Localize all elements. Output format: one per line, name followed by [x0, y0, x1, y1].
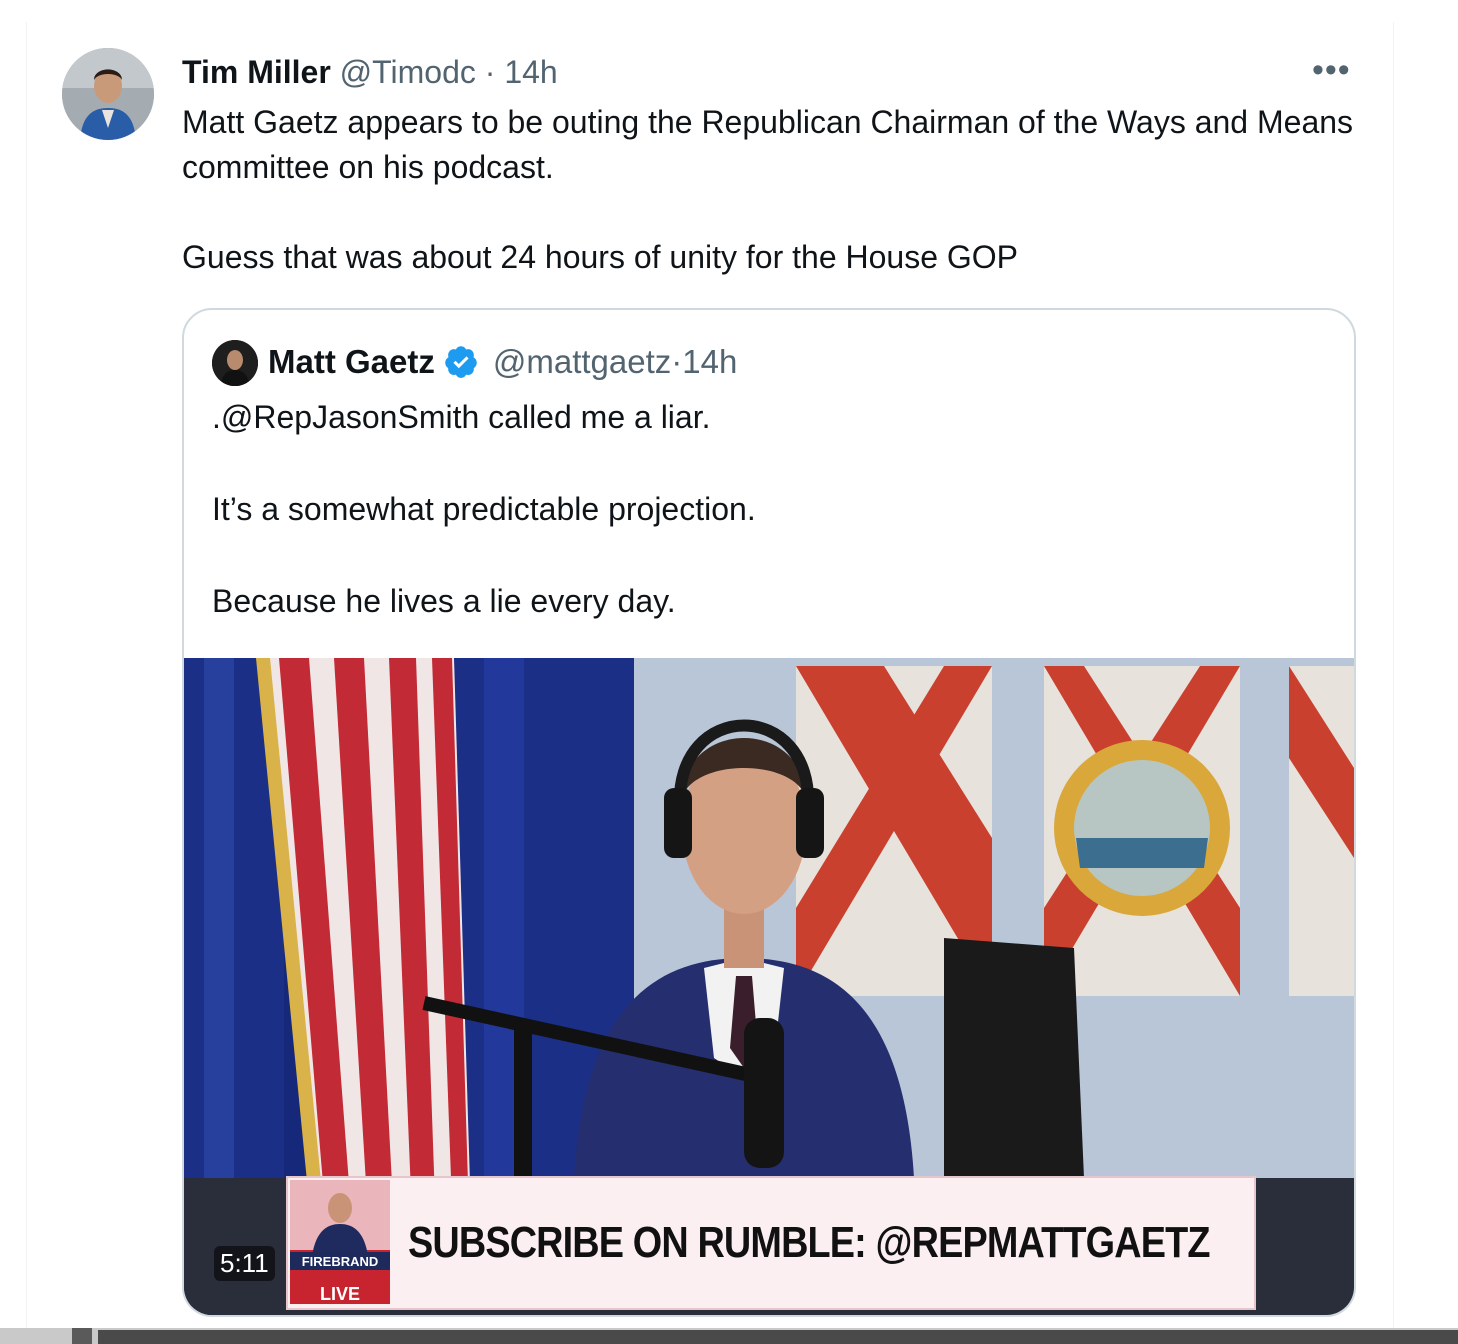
tweet-timestamp[interactable]: 14h — [504, 54, 557, 90]
video-duration: 5:11 — [214, 1246, 275, 1281]
author-handle[interactable]: @Timodc — [340, 54, 476, 90]
tweet-header: Tim Miller @Timodc · 14h — [182, 50, 558, 94]
author-avatar[interactable] — [62, 48, 154, 140]
quoted-tweet[interactable]: Matt Gaetz @mattgaetz · 14h .@RepJasonSm… — [182, 308, 1356, 1317]
subscribe-banner: FIREBRAND LIVE SUBSCRIBE ON RUMBLE: @REP… — [286, 1176, 1256, 1310]
tweet-text-line: Matt Gaetz appears to be outing the Repu… — [182, 104, 1354, 185]
live-label: LIVE — [320, 1284, 360, 1304]
firebrand-logo: FIREBRAND LIVE — [290, 1180, 390, 1304]
quoted-author-handle[interactable]: @mattgaetz — [493, 340, 671, 384]
author-name[interactable]: Tim Miller — [182, 54, 331, 90]
logo-text: FIREBRAND — [302, 1254, 379, 1269]
separator-dot: · — [671, 343, 683, 380]
video-player[interactable]: FIREBRAND LIVE SUBSCRIBE ON RUMBLE: @REP… — [184, 658, 1354, 1315]
verified-badge-icon — [445, 346, 477, 378]
bottom-edge — [0, 1328, 1458, 1344]
bottom-edge-tab — [72, 1328, 92, 1344]
tweet-text-line: Guess that was about 24 hours of unity f… — [182, 239, 1019, 275]
quoted-tweet-header: Matt Gaetz @mattgaetz · 14h — [268, 340, 737, 384]
quoted-tweet-timestamp[interactable]: 14h — [682, 340, 737, 384]
more-icon[interactable]: ••• — [1312, 52, 1351, 88]
quoted-tweet-text: .@RepJasonSmith called me a liar. It’s a… — [212, 394, 1322, 624]
banner-text: SUBSCRIBE ON RUMBLE: @REPMATTGAETZ — [408, 1218, 1210, 1267]
quoted-text-line: It’s a somewhat predictable projection. — [212, 491, 756, 527]
quoted-author-name[interactable]: Matt Gaetz — [268, 340, 435, 384]
bottom-edge-dark — [98, 1330, 1458, 1344]
separator-dot: · — [484, 54, 496, 90]
quoted-text-line: .@RepJasonSmith called me a liar. — [212, 399, 711, 435]
quoted-text-line: Because he lives a lie every day. — [212, 583, 676, 619]
tweet-text: Matt Gaetz appears to be outing the Repu… — [182, 100, 1372, 280]
quoted-author-avatar[interactable] — [212, 340, 258, 386]
